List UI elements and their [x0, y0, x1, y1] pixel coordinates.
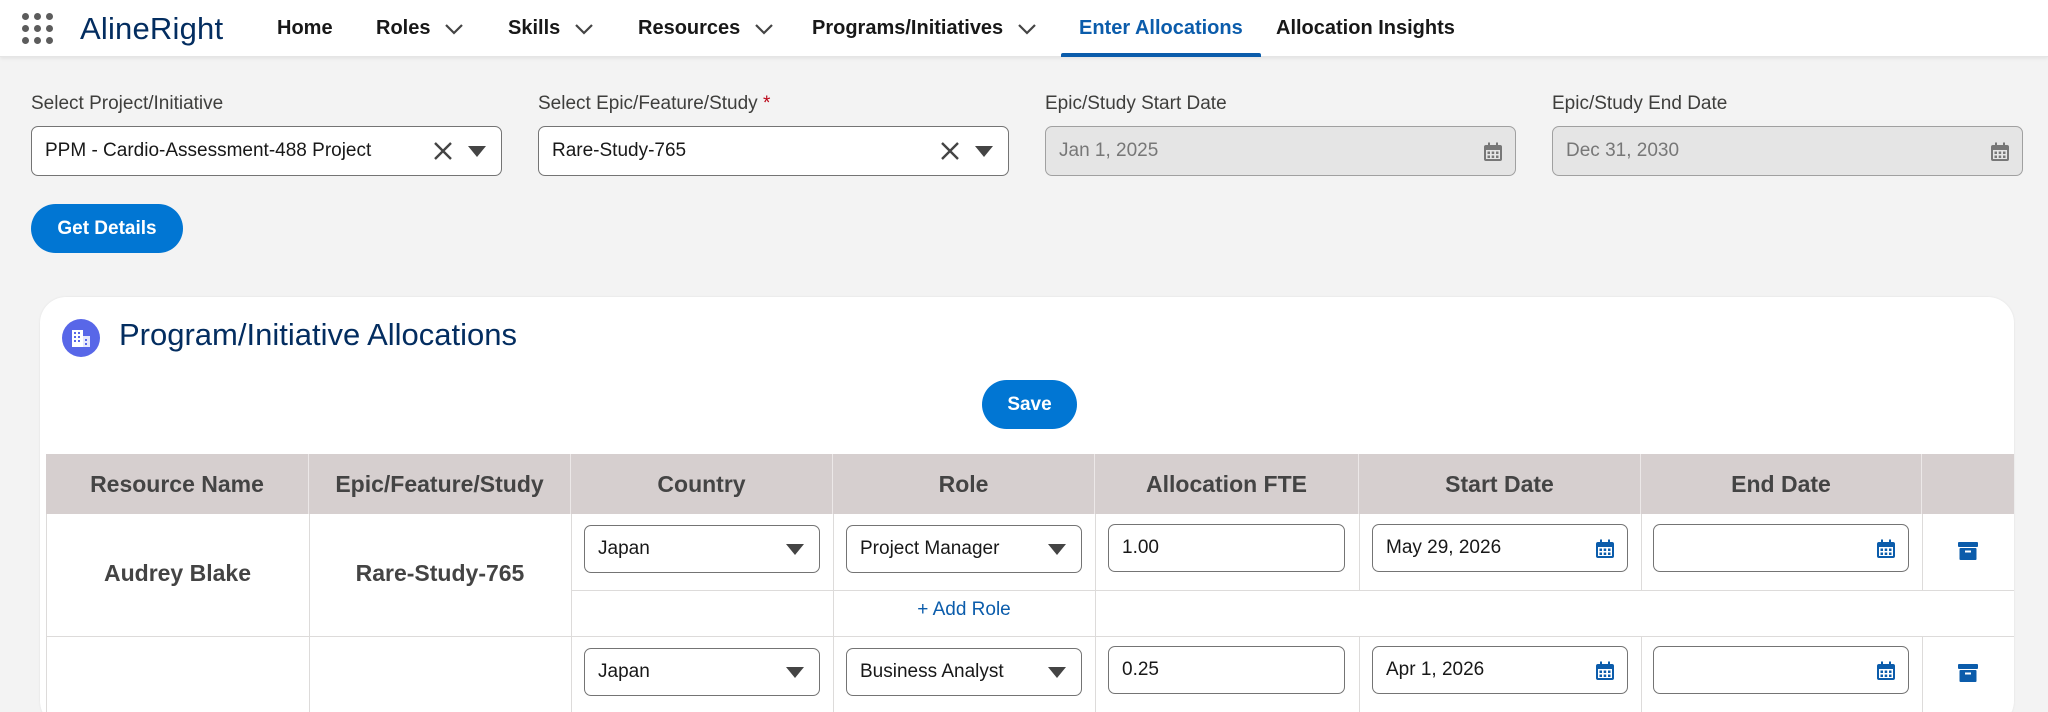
column-header-resource-name: Resource Name: [46, 454, 309, 514]
app-launcher-icon[interactable]: [22, 13, 54, 45]
country-select[interactable]: Japan: [584, 648, 820, 696]
start-date-field: Jan 1, 2025: [1045, 126, 1516, 176]
nav-item-enter-allocations[interactable]: Enter Allocations: [1061, 0, 1261, 57]
nav-item-label: Enter Allocations: [1079, 17, 1243, 39]
nav-item-skills[interactable]: Skills: [508, 0, 594, 57]
get-details-button[interactable]: Get Details: [31, 204, 183, 253]
end-date-value: Dec 31, 2030: [1566, 140, 1680, 161]
fte-value: 0.25: [1122, 659, 1159, 680]
role-value: Business Analyst: [860, 661, 1004, 682]
clear-icon[interactable]: [431, 139, 455, 163]
project-combobox[interactable]: PPM - Cardio-Assessment-488 Project: [31, 126, 502, 176]
top-navigation: AlineRight Home Roles Skills Resources P…: [0, 0, 2048, 57]
dropdown-arrow-icon[interactable]: [1047, 666, 1067, 679]
building-icon: [62, 319, 100, 357]
column-header-start-date: Start Date: [1359, 454, 1641, 514]
epic-combobox[interactable]: Rare-Study-765: [538, 126, 1009, 176]
nav-item-label: Programs/Initiatives: [812, 17, 1004, 39]
epic-value: Rare-Study-765: [552, 140, 687, 161]
epic-cell: Rare-Study-765: [355, 560, 525, 586]
start-date-input[interactable]: May 29, 2026: [1372, 524, 1628, 572]
calendar-icon[interactable]: [1876, 539, 1896, 559]
chevron-down-icon[interactable]: [444, 22, 464, 36]
nav-item-home[interactable]: Home: [277, 0, 333, 57]
start-date-value: Apr 1, 2026: [1386, 659, 1485, 680]
country-select[interactable]: Japan: [584, 525, 820, 573]
add-role-link[interactable]: + Add Role: [833, 599, 1095, 621]
nav-item-programs-initiatives[interactable]: Programs/Initiatives: [812, 0, 1037, 57]
column-header-end-date: End Date: [1641, 454, 1922, 514]
allocation-fte-input[interactable]: 1.00: [1108, 524, 1345, 572]
column-header-epic: Epic/Feature/Study: [309, 454, 571, 514]
column-header-role: Role: [833, 454, 1095, 514]
clear-icon[interactable]: [938, 139, 962, 163]
start-date-value: May 29, 2026: [1386, 537, 1502, 558]
nav-item-allocation-insights[interactable]: Allocation Insights: [1276, 0, 1455, 57]
project-label: Select Project/Initiative: [31, 93, 224, 114]
calendar-icon[interactable]: [1595, 539, 1615, 559]
start-date-value: Jan 1, 2025: [1059, 140, 1159, 161]
epic-label-text: Select Epic/Feature/Study: [538, 93, 758, 114]
allocation-fte-input[interactable]: 0.25: [1108, 646, 1345, 694]
dropdown-arrow-icon[interactable]: [785, 666, 805, 679]
end-date-input[interactable]: [1653, 646, 1909, 694]
chevron-down-icon[interactable]: [1017, 22, 1037, 36]
nav-item-label: Roles: [376, 17, 431, 39]
dropdown-arrow-icon[interactable]: [467, 145, 487, 158]
required-mark: *: [762, 93, 771, 114]
calendar-icon[interactable]: [1876, 661, 1896, 681]
role-select[interactable]: Project Manager: [846, 525, 1082, 573]
resource-name-cell: Audrey Blake: [103, 560, 251, 586]
dropdown-arrow-icon[interactable]: [974, 145, 994, 158]
role-value: Project Manager: [860, 538, 1000, 559]
start-date-input[interactable]: Apr 1, 2026: [1372, 646, 1628, 694]
calendar-icon: [1484, 142, 1502, 161]
nav-item-label: Home: [277, 17, 333, 39]
column-header-actions: [1922, 454, 2014, 514]
calendar-icon: [1991, 142, 2009, 161]
dropdown-arrow-icon[interactable]: [785, 543, 805, 556]
end-date-input[interactable]: [1653, 524, 1909, 572]
dropdown-arrow-icon[interactable]: [1047, 543, 1067, 556]
end-date-label: Epic/Study End Date: [1552, 93, 1728, 114]
app-name: AlineRight: [80, 11, 224, 46]
save-button[interactable]: Save: [982, 380, 1077, 429]
start-date-label: Epic/Study Start Date: [1045, 93, 1227, 114]
card-title: Program/Initiative Allocations: [119, 317, 518, 352]
column-header-country: Country: [571, 454, 833, 514]
column-header-allocation-fte: Allocation FTE: [1095, 454, 1359, 514]
chevron-down-icon[interactable]: [754, 22, 774, 36]
chevron-down-icon[interactable]: [574, 22, 594, 36]
nav-item-resources[interactable]: Resources: [638, 0, 774, 57]
epic-label: Select Epic/Feature/Study *: [538, 93, 770, 115]
table-header: Resource Name Epic/Feature/Study Country…: [46, 454, 2014, 514]
archive-delete-icon[interactable]: [1957, 540, 1979, 562]
nav-item-label: Allocation Insights: [1276, 17, 1455, 39]
calendar-icon[interactable]: [1595, 661, 1615, 681]
country-value: Japan: [598, 538, 650, 559]
country-value: Japan: [598, 661, 650, 682]
project-value: PPM - Cardio-Assessment-488 Project: [45, 140, 372, 161]
nav-item-label: Resources: [638, 17, 741, 39]
nav-item-label: Skills: [508, 17, 561, 39]
archive-delete-icon[interactable]: [1957, 662, 1979, 684]
role-select[interactable]: Business Analyst: [846, 648, 1082, 696]
end-date-field: Dec 31, 2030: [1552, 126, 2023, 176]
nav-item-roles[interactable]: Roles: [376, 0, 464, 57]
fte-value: 1.00: [1122, 537, 1159, 558]
